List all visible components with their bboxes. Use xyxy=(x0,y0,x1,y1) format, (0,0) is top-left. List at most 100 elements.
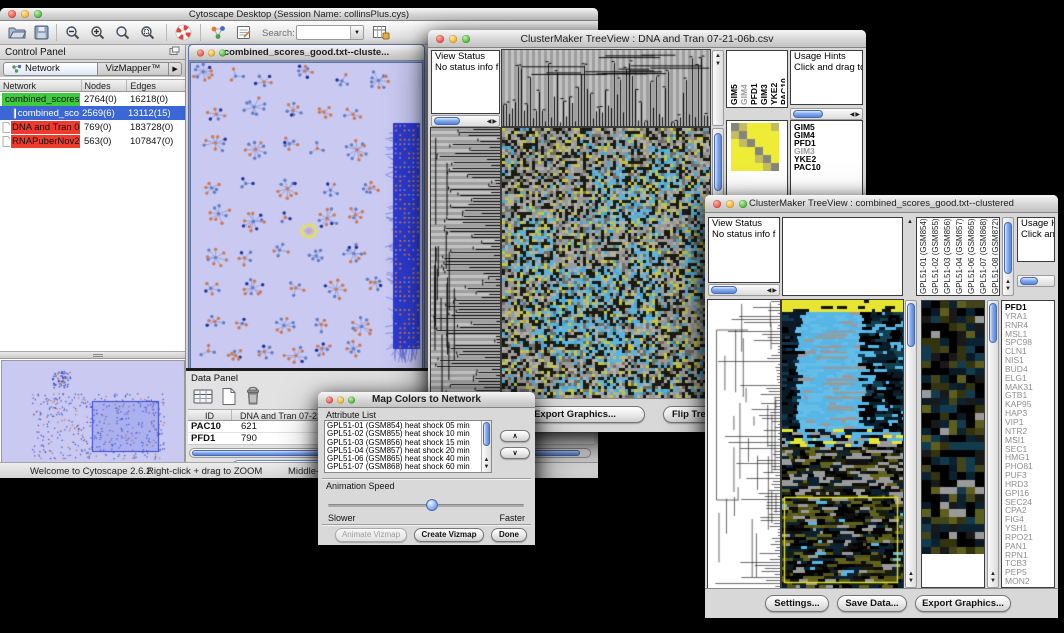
treeview-combined-titlebar[interactable]: ClusterMaker TreeView : combined_scores_… xyxy=(705,195,1058,213)
export-graphics-button[interactable]: Export Graphics... xyxy=(915,595,1011,612)
zoom-column-label[interactable]: GPL51-07 (GSM868) xyxy=(979,219,990,294)
zoom-column-label[interactable]: GPL51-02 (GSM855) xyxy=(931,219,942,294)
search-combobox[interactable]: ▼ xyxy=(296,25,364,40)
minimize-button[interactable] xyxy=(337,396,344,403)
dialog-titlebar[interactable]: Map Colors to Network xyxy=(318,392,535,408)
column-label[interactable]: YKE2 xyxy=(770,53,779,105)
status-hint-zoom: Right-click + drag to ZOOM xyxy=(147,466,262,477)
gene-label[interactable]: MON2 xyxy=(1005,577,1051,586)
search-input[interactable] xyxy=(297,26,350,39)
zoom-in-icon[interactable] xyxy=(90,25,106,46)
settings-button[interactable]: Settings... xyxy=(765,595,829,612)
col-nodes[interactable]: Nodes xyxy=(82,80,128,91)
zoom-column-label[interactable]: GPL51-01 (GSM854) xyxy=(919,219,930,294)
zoom-labels-vscrollbar[interactable]: ▲▼ xyxy=(1002,217,1014,296)
float-panel-icon[interactable] xyxy=(169,46,180,59)
help-lifering-icon[interactable] xyxy=(175,24,192,46)
table-row[interactable]: combined_scores 2764(0) 16218(0) xyxy=(0,92,185,106)
similarity-matrix-canvas[interactable] xyxy=(731,123,779,171)
network-manager-icon[interactable] xyxy=(210,25,227,45)
usage-hints-hscrollbar[interactable] xyxy=(1017,275,1055,287)
animate-vizmap-button[interactable]: Animate Vizmap xyxy=(335,528,407,542)
new-attribute-icon[interactable] xyxy=(220,387,238,411)
column-label[interactable]: PFD1 xyxy=(750,53,759,105)
view-status-hscrollbar[interactable]: ◀▶ xyxy=(431,115,500,127)
slider-thumb[interactable] xyxy=(426,499,438,511)
animation-speed-label: Animation Speed xyxy=(326,481,395,491)
column-tree-scrollbar[interactable]: ▲ xyxy=(905,217,915,296)
open-session-icon[interactable] xyxy=(8,25,27,45)
heatmap-canvas[interactable] xyxy=(502,128,710,398)
network-canvas[interactable] xyxy=(191,63,422,368)
matrix-row-label[interactable]: PAC10 xyxy=(794,163,859,171)
save-session-icon[interactable] xyxy=(34,25,49,45)
table-mode-icon[interactable] xyxy=(192,387,214,411)
id-column-header[interactable]: ID xyxy=(188,410,232,420)
attribute-listbox[interactable]: GPL51-01 (GSM854) heat shock 05 minGPL51… xyxy=(324,420,492,473)
usage-hints-hscrollbar[interactable]: ◀▶ xyxy=(790,108,863,120)
gene-list-vscrollbar[interactable]: ▲▼ xyxy=(987,300,999,588)
network-frame-titlebar[interactable]: combined_scores_good.txt--cluste... xyxy=(189,45,424,61)
annotation-icon[interactable] xyxy=(236,25,252,45)
done-button[interactable]: Done xyxy=(491,528,527,542)
zoom-heatmap-panel xyxy=(921,300,985,588)
zoom-button[interactable] xyxy=(348,396,355,403)
network-overview-canvas[interactable] xyxy=(2,361,184,467)
table-row-selected[interactable]: combined_sco 2569(6) 13112(15) xyxy=(0,106,185,120)
zoom-selected-icon[interactable] xyxy=(140,25,156,46)
view-status-hscrollbar[interactable]: ◀▶ xyxy=(708,284,780,296)
attribute-browser-icon[interactable] xyxy=(372,25,390,45)
zoom-column-label[interactable]: GPL51-08 (GSM872) xyxy=(991,219,998,294)
column-dendrogram-canvas[interactable] xyxy=(502,50,710,126)
tab-vizmapper[interactable]: VizMapper™ xyxy=(98,62,169,76)
search-dropdown-arrow[interactable]: ▼ xyxy=(350,26,363,39)
save-data-button[interactable]: Save Data... xyxy=(837,595,907,612)
close-button[interactable] xyxy=(713,200,721,208)
main-titlebar[interactable]: Cytoscape Desktop (Session Name: collins… xyxy=(0,8,598,21)
close-button[interactable] xyxy=(436,35,444,43)
panel-splitter[interactable] xyxy=(0,351,185,359)
col-edges[interactable]: Edges xyxy=(127,80,185,91)
attribute-list-item[interactable]: GPL51-07 (GSM868) heat shock 60 min xyxy=(327,463,489,471)
zoom-button[interactable] xyxy=(219,49,226,56)
column-label[interactable]: GIM4 xyxy=(740,53,749,105)
table-row[interactable]: RNAPuberNov2+ 563(0) 107847(0) xyxy=(0,134,185,148)
tab-overflow-arrow[interactable]: ▶ xyxy=(169,62,182,76)
heatmap-canvas[interactable] xyxy=(782,300,903,588)
animation-speed-slider[interactable] xyxy=(328,499,524,513)
network-frame-title: combined_scores_good.txt--cluste... xyxy=(224,47,389,58)
dialog-title: Map Colors to Network xyxy=(372,394,481,405)
minimize-button[interactable] xyxy=(21,10,29,18)
treeview-dna-titlebar[interactable]: ClusterMaker TreeView : DNA and Tran 07-… xyxy=(428,30,866,48)
move-up-button[interactable]: ∧ xyxy=(500,430,530,442)
status-welcome: Welcome to Cytoscape 2.6.2 xyxy=(30,466,151,477)
column-label[interactable]: GIM5 xyxy=(730,53,739,105)
zoom-fit-icon[interactable] xyxy=(115,25,131,46)
zoom-button[interactable] xyxy=(462,35,470,43)
zoom-out-icon[interactable] xyxy=(65,25,81,46)
zoom-column-label[interactable]: GPL51-06 (GSM865) xyxy=(967,219,978,294)
minimize-button[interactable] xyxy=(208,49,215,56)
col-network[interactable]: Network xyxy=(0,80,82,91)
zoom-column-label[interactable]: GPL51-04 (GSM857) xyxy=(955,219,966,294)
minimize-button[interactable] xyxy=(726,200,734,208)
close-button[interactable] xyxy=(8,10,16,18)
column-label[interactable]: GIM3 xyxy=(760,53,769,105)
delete-attribute-icon[interactable] xyxy=(244,386,262,411)
attribute-list-scrollbar[interactable]: ▲▼ xyxy=(481,421,491,472)
minimize-button[interactable] xyxy=(449,35,457,43)
column-label[interactable]: PAC10 xyxy=(780,53,785,105)
close-button[interactable] xyxy=(197,49,204,56)
tab-network[interactable]: Network xyxy=(3,62,98,76)
row-dendrogram-canvas[interactable] xyxy=(708,300,780,588)
zoom-button[interactable] xyxy=(34,10,42,18)
table-row[interactable]: DNA and Tran 07 769(0) 183728(0) xyxy=(0,120,185,134)
create-vizmap-button[interactable]: Create Vizmap xyxy=(414,528,484,542)
column-tree-scrollbar[interactable]: ▲▼ xyxy=(712,50,724,126)
move-down-button[interactable]: ∨ xyxy=(500,447,530,459)
zoom-column-label[interactable]: GPL51-03 (GSM856) xyxy=(943,219,954,294)
heatmap-vscrollbar[interactable]: ▲▼ xyxy=(905,300,917,588)
row-dendrogram-canvas[interactable] xyxy=(431,128,500,398)
zoom-heatmap-canvas[interactable] xyxy=(922,301,984,554)
close-button[interactable] xyxy=(326,396,333,403)
